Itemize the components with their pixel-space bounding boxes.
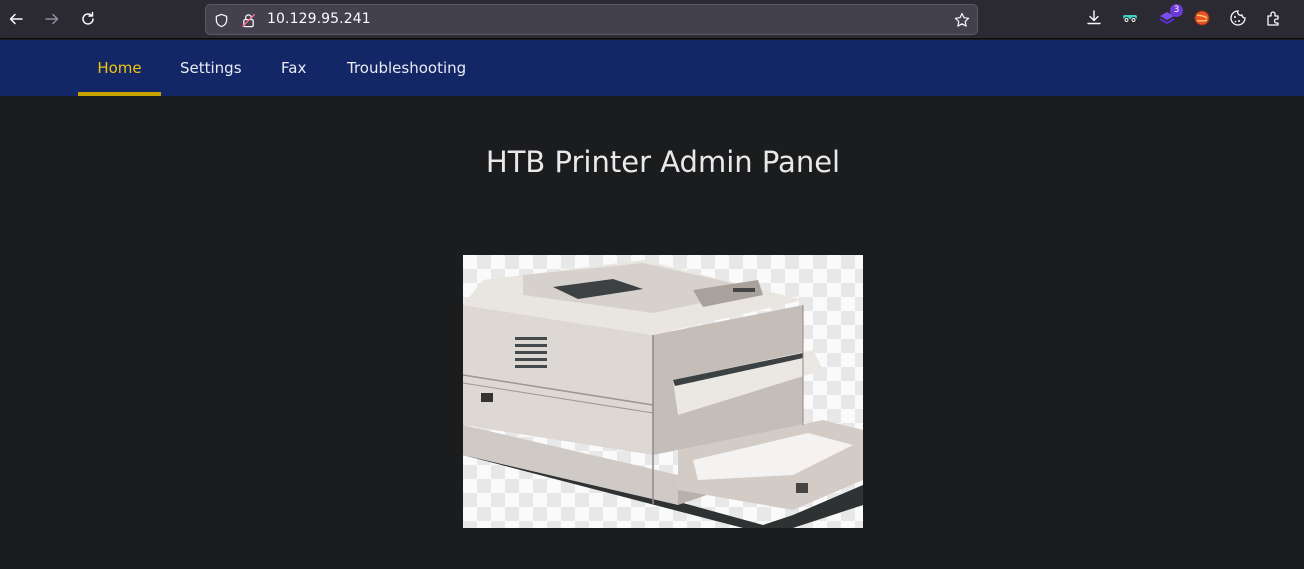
browser-toolbar: 10.129.95.241 3: [0, 0, 1304, 39]
cookie-icon[interactable]: [1228, 8, 1248, 28]
site-navbar: Home Settings Fax Troubleshooting: [0, 40, 1304, 96]
printer-image: [463, 255, 863, 528]
nav-home[interactable]: Home: [78, 40, 161, 96]
spy-extension-icon[interactable]: [1120, 8, 1140, 28]
insecure-lock-icon[interactable]: [240, 12, 256, 28]
reload-icon[interactable]: [76, 7, 100, 31]
nav-fax[interactable]: Fax: [281, 40, 306, 96]
download-icon[interactable]: [1084, 8, 1104, 28]
layers-extension-icon[interactable]: 3: [1157, 4, 1183, 28]
extension-badge: 3: [1170, 4, 1183, 17]
url-text[interactable]: 10.129.95.241: [267, 11, 371, 27]
page-title: HTB Printer Admin Panel: [485, 145, 841, 179]
back-arrow-icon[interactable]: [4, 7, 28, 31]
globe-extension-icon[interactable]: [1192, 8, 1212, 28]
puzzle-icon[interactable]: [1264, 8, 1284, 28]
forward-arrow-icon[interactable]: [40, 7, 64, 31]
star-icon[interactable]: [954, 12, 970, 28]
shield-icon[interactable]: [213, 12, 229, 28]
nav-troubleshooting[interactable]: Troubleshooting: [347, 40, 466, 96]
address-bar[interactable]: 10.129.95.241: [205, 4, 978, 35]
nav-settings[interactable]: Settings: [180, 40, 242, 96]
